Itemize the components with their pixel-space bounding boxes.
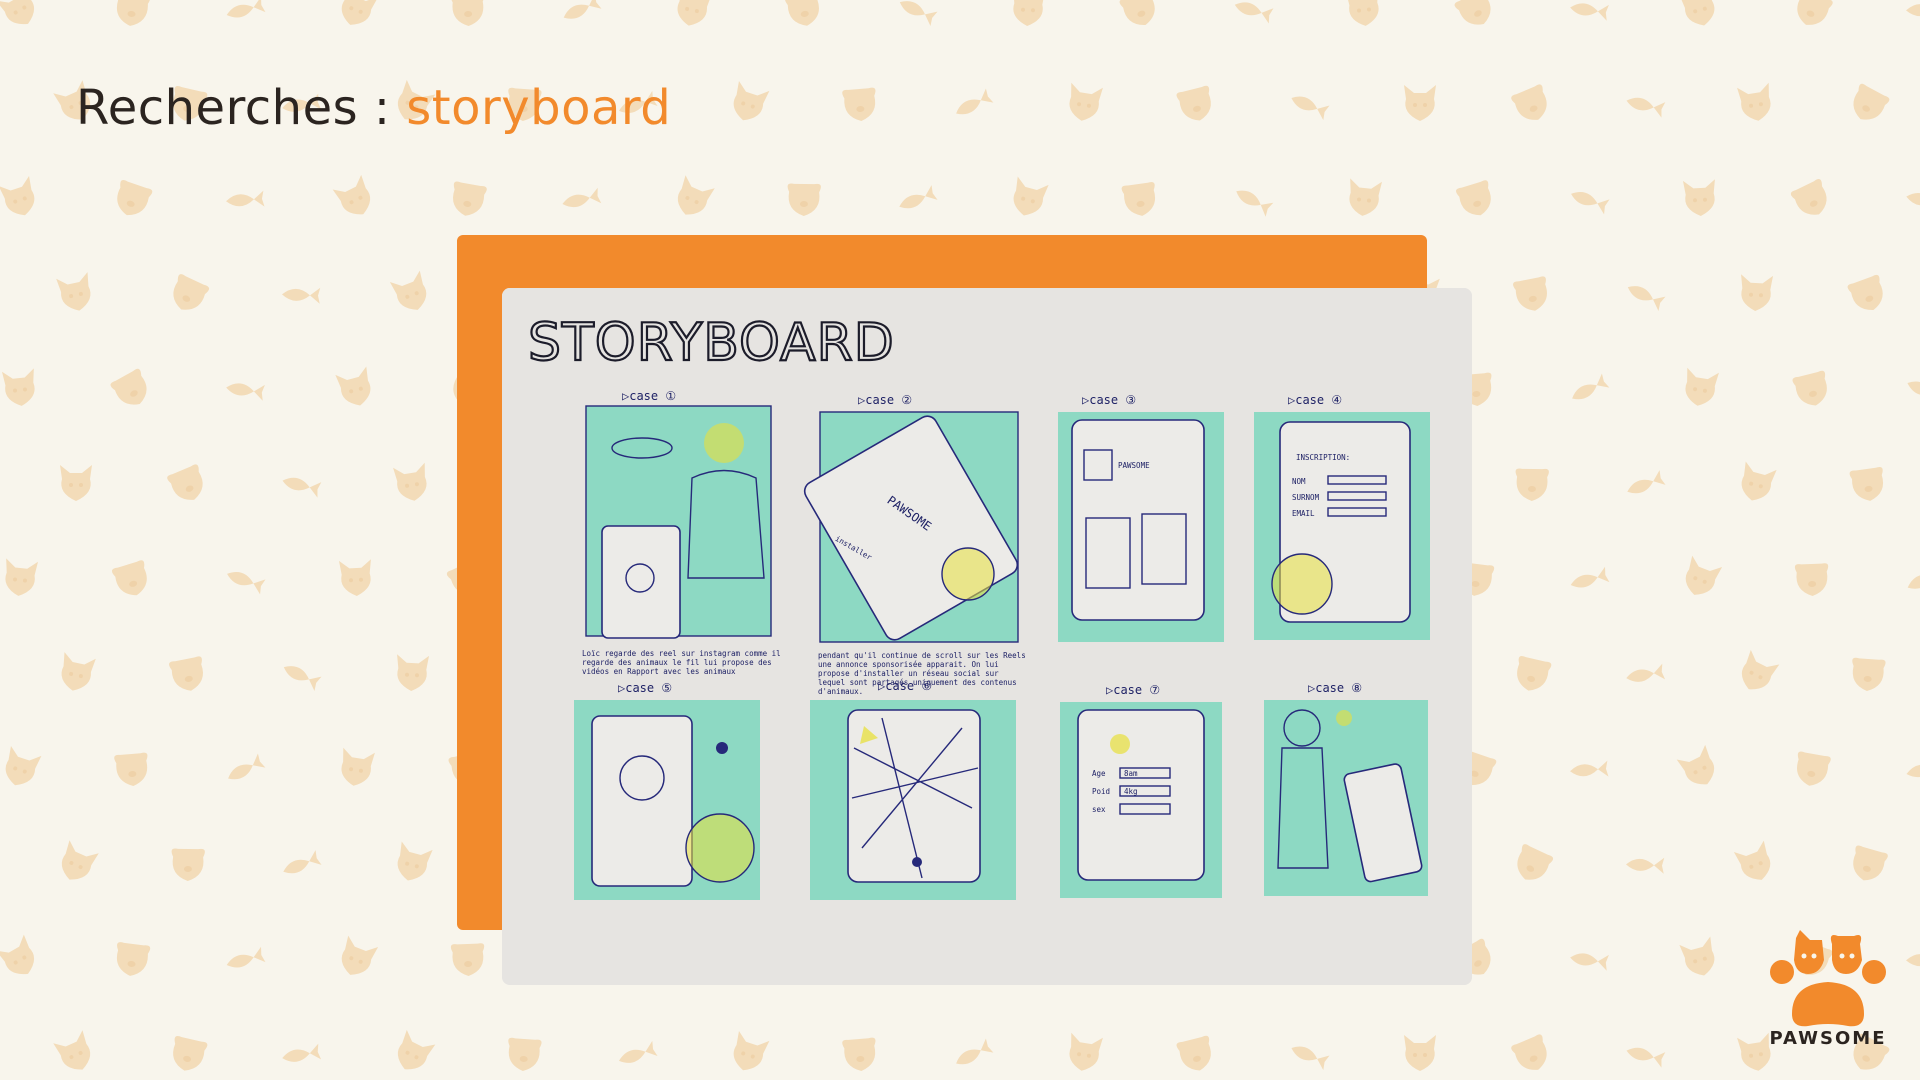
profile-field-1: Age	[1092, 769, 1106, 778]
storyboard-sketch: STORYBOARD ▷case ① Loïc regarde des reel…	[502, 288, 1472, 985]
panel-3-label: ▷case ③	[1082, 393, 1136, 407]
profile-value-1: 8am	[1124, 769, 1138, 778]
panel-3-app-name: PAWSOME	[1118, 461, 1150, 470]
panel-2-label: ▷case ②	[858, 393, 912, 407]
panel-5-label: ▷case ⑤	[618, 681, 672, 695]
signup-field-1: NOM	[1292, 477, 1306, 486]
panel-8: ▷case ⑧	[1264, 681, 1428, 896]
storyboard-heading: STORYBOARD	[528, 313, 895, 373]
panel-6-label: ▷case ⑥	[878, 679, 932, 693]
brand-name: PAWSOME	[1769, 1028, 1887, 1049]
panel-8-label: ▷case ⑧	[1308, 681, 1362, 695]
panel-5: ▷case ⑤	[574, 681, 760, 900]
panel-7: ▷case ⑦ Age Poid sex 8am 4kg	[1060, 683, 1222, 898]
profile-field-2: Poid	[1092, 787, 1110, 796]
title-accent: storyboard	[406, 80, 672, 136]
panel-2: ▷case ② PAWSOME installer pendant qu'il …	[803, 393, 1026, 696]
signup-heading: INSCRIPTION:	[1296, 453, 1350, 462]
panel-4: ▷case ④ INSCRIPTION: NOM SURNOM EMAIL	[1254, 393, 1430, 640]
storyboard-photo: STORYBOARD ▷case ① Loïc regarde des reel…	[502, 288, 1472, 985]
page-title: Recherches : storyboard	[76, 80, 671, 136]
title-prefix: Recherches :	[76, 80, 407, 136]
panel-3: ▷case ③ PAWSOME	[1058, 393, 1224, 642]
panel-1: ▷case ① Loïc regarde des reel sur instag…	[582, 389, 781, 676]
profile-field-3: sex	[1092, 805, 1106, 814]
signup-field-3: EMAIL	[1292, 509, 1315, 518]
panel-1-label: ▷case ①	[622, 389, 676, 403]
panel-4-label: ▷case ④	[1288, 393, 1342, 407]
panel-7-label: ▷case ⑦	[1106, 683, 1160, 697]
panel-6: ▷case ⑥	[810, 679, 1016, 900]
profile-value-2: 4kg	[1124, 787, 1138, 796]
signup-field-2: SURNOM	[1292, 493, 1320, 502]
